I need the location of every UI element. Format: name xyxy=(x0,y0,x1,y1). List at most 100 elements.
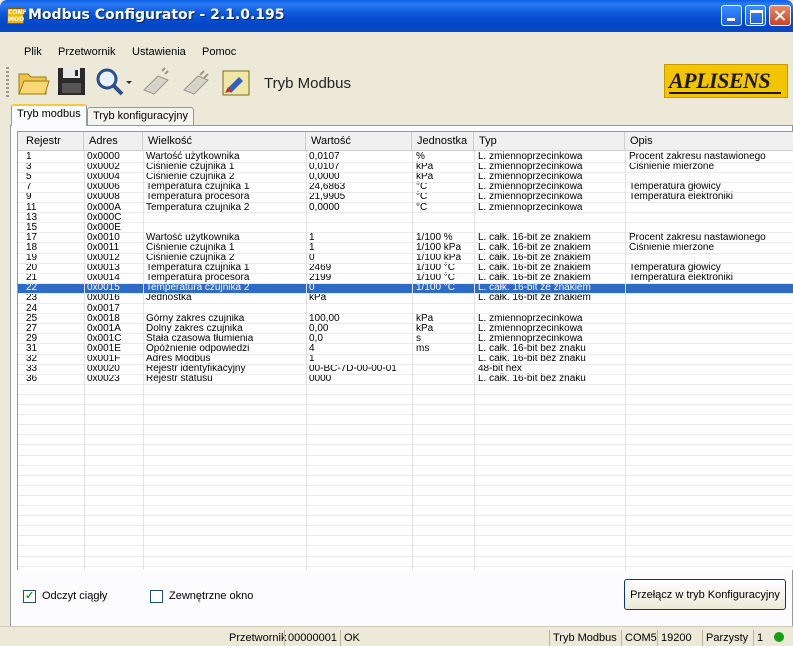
cell-rejestr: 36 xyxy=(26,373,38,385)
row-gridline xyxy=(18,454,793,456)
status-port: COM5 xyxy=(621,630,660,646)
tab-tryb-konfiguracyjny[interactable]: Tryb konfiguracyjny xyxy=(87,107,194,125)
status-parity: Parzysty xyxy=(702,630,751,646)
cell-typ: L. zmiennoprzecinkowa xyxy=(478,201,583,213)
logo-underline xyxy=(669,92,781,94)
col-header-rejestr[interactable]: Rejestr xyxy=(18,132,84,151)
row-gridline xyxy=(18,171,793,173)
column-gridline xyxy=(474,151,475,570)
row-gridline xyxy=(18,505,793,506)
continuous-read-label[interactable]: Odczyt ciągły xyxy=(42,590,107,602)
row-gridline xyxy=(18,202,793,203)
cell-wartosc: kPa xyxy=(309,292,327,304)
row-gridline xyxy=(18,181,793,183)
mode-switch-icon[interactable] xyxy=(220,65,253,98)
close-button[interactable] xyxy=(769,5,791,26)
cell-jednostka: 1/100 °C xyxy=(416,282,456,294)
column-gridline xyxy=(306,151,307,570)
col-header-adres[interactable]: Adres xyxy=(84,132,143,151)
cell-typ: L. całk. 16-bit ze znakiem xyxy=(478,292,591,304)
title-bar[interactable]: CONF MOD Modbus Configurator - 2.1.0.195 xyxy=(0,0,793,32)
write-device-icon[interactable] xyxy=(180,65,213,98)
row-gridline xyxy=(18,272,793,274)
cell-opis: Temperatura elektroniki xyxy=(629,272,733,284)
row-gridline xyxy=(18,373,793,375)
col-header-wielkosc[interactable]: Wielkość xyxy=(143,132,306,151)
row-gridline xyxy=(18,222,793,224)
cell-opis: Temperatura elektroniki xyxy=(629,191,733,203)
col-header-wartosc[interactable]: Wartość xyxy=(306,132,412,151)
row-gridline xyxy=(18,515,793,517)
row-gridline xyxy=(18,191,793,193)
row-gridline xyxy=(18,414,793,416)
cell-jednostka: ms xyxy=(416,342,430,354)
row-gridline xyxy=(18,565,793,567)
row-gridline xyxy=(18,383,793,385)
row-gridline xyxy=(18,242,793,244)
table-row[interactable]: 36 0x0023 Rejestr statusu 0000 L. całk. 16-b… xyxy=(18,373,793,385)
row-gridline xyxy=(18,393,793,395)
menu-pomoc[interactable]: Pomoc xyxy=(202,46,236,58)
register-table[interactable]: Rejestr Adres Wielkość Wartość Jednostka… xyxy=(17,131,793,570)
status-state: OK xyxy=(340,630,363,646)
row-gridline xyxy=(18,535,793,537)
cell-jednostka: °C xyxy=(416,201,428,213)
row-gridline xyxy=(18,262,793,264)
row-gridline xyxy=(18,353,793,355)
column-gridline xyxy=(625,151,626,570)
column-gridline xyxy=(143,151,144,570)
continuous-read-checkbox[interactable] xyxy=(23,589,36,603)
external-window-checkbox[interactable] xyxy=(150,590,163,603)
col-header-opis[interactable]: Opis xyxy=(625,132,793,151)
status-device-id: 00000001 xyxy=(284,630,340,646)
row-gridline xyxy=(18,313,793,315)
row-gridline xyxy=(18,404,793,405)
row-gridline xyxy=(18,292,793,294)
row-gridline xyxy=(18,323,793,325)
cell-adres: 0x0023 xyxy=(87,373,120,385)
toolbar-grip[interactable] xyxy=(6,67,9,97)
cell-wielkosc: Rejestr statusu xyxy=(146,373,213,385)
row-gridline xyxy=(18,161,793,163)
row-gridline xyxy=(18,484,793,486)
row-gridline xyxy=(18,212,793,214)
row-gridline xyxy=(18,474,793,476)
cell-wielkosc: Temperatura czujnika 2 xyxy=(146,201,250,213)
read-device-icon[interactable] xyxy=(140,65,173,98)
connection-indicator-icon xyxy=(774,632,784,642)
col-header-jednostka[interactable]: Jednostka xyxy=(412,132,474,151)
toolbar: Tryb Modbus APLISENS xyxy=(0,62,793,102)
status-stop-bits: 1 xyxy=(753,630,766,646)
window-title: Modbus Configurator - 2.1.0.195 xyxy=(28,7,285,23)
aplisens-logo: APLISENS xyxy=(664,64,788,98)
menu-plik[interactable]: Plik xyxy=(24,46,42,58)
row-gridline xyxy=(18,434,793,436)
status-mode: Tryb Modbus xyxy=(549,630,620,646)
row-gridline xyxy=(18,545,793,547)
app-icon: CONF MOD xyxy=(7,8,27,24)
maximize-button[interactable] xyxy=(745,5,766,26)
column-gridline xyxy=(412,151,413,570)
menu-ustawienia[interactable]: Ustawienia xyxy=(132,46,186,58)
status-device-label: Przetwornik xyxy=(229,632,287,644)
cell-opis: Ciśnienie mierzone xyxy=(629,161,715,173)
menu-przetwornik[interactable]: Przetwornik xyxy=(58,46,115,58)
col-header-typ[interactable]: Typ xyxy=(474,132,625,151)
menu-bar: Plik Przetwornik Ustawienia Pomoc xyxy=(0,32,793,62)
external-window-label[interactable]: Zewnętrzne okno xyxy=(169,590,253,602)
row-gridline xyxy=(18,494,793,496)
switch-config-mode-button[interactable]: Przełącz w tryb Konfiguracyjny xyxy=(624,579,786,610)
row-gridline xyxy=(18,303,793,304)
row-gridline xyxy=(18,282,793,284)
save-icon[interactable] xyxy=(55,65,88,98)
row-gridline xyxy=(18,424,793,426)
search-icon[interactable] xyxy=(93,65,133,98)
open-folder-icon[interactable] xyxy=(17,65,50,98)
minimize-button[interactable] xyxy=(721,5,742,26)
cell-typ: L. całk. 16-bit bez znaku xyxy=(478,373,586,385)
cell-wartosc: 0,0000 xyxy=(309,201,340,213)
status-baud: 19200 xyxy=(657,630,695,646)
cell-opis: Ciśnienie mierzone xyxy=(629,241,715,253)
logo-text: APLISENS xyxy=(669,68,771,93)
tab-tryb-modbus[interactable]: Tryb modbus xyxy=(11,104,87,126)
